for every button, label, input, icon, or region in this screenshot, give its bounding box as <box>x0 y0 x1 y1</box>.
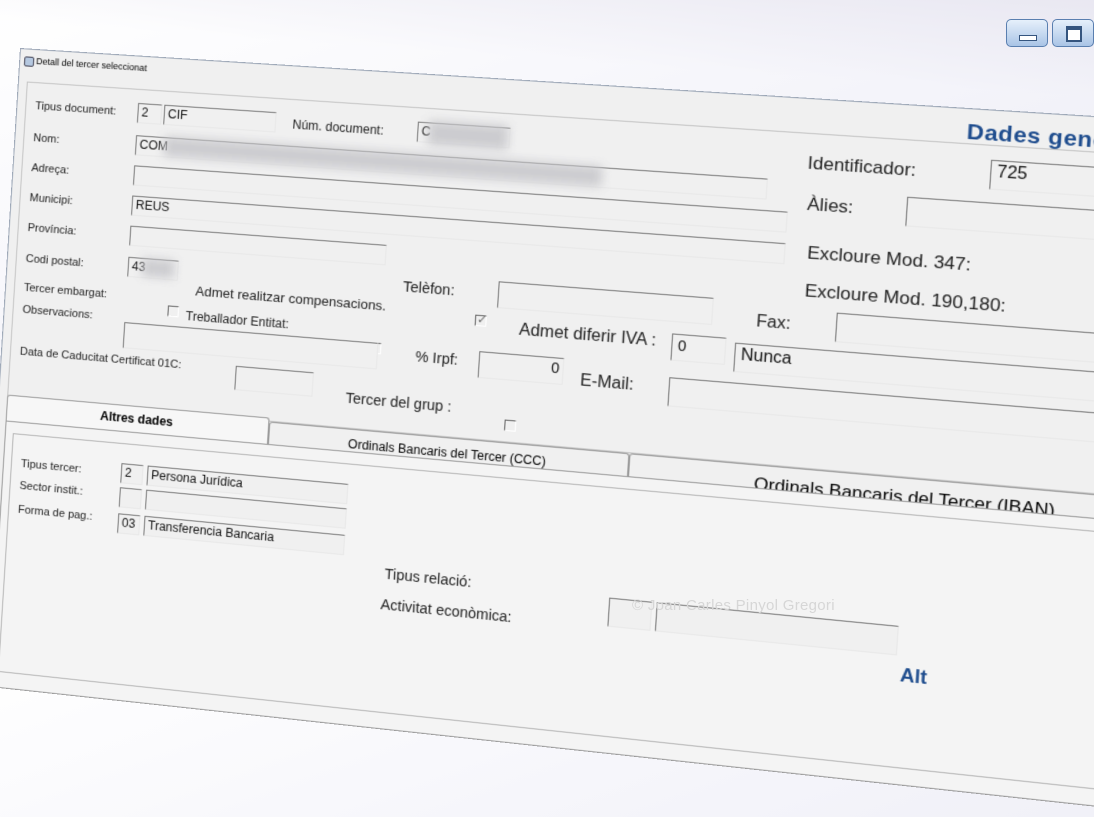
tercer-embargat-checkbox[interactable] <box>167 305 180 318</box>
maximize-button[interactable] <box>1052 19 1094 47</box>
app-icon <box>23 56 35 67</box>
tercer-grup-checkbox[interactable] <box>503 419 517 432</box>
redaction-blur <box>141 257 175 279</box>
label-alies: Àlies: <box>806 194 854 218</box>
minimize-button[interactable] <box>1006 19 1048 47</box>
detail-window: Detall del tercer seleccionat Dades gene… <box>0 48 1094 815</box>
form-stage: Detall del tercer seleccionat Dades gene… <box>0 48 1094 816</box>
tipus-tercer-code-field[interactable]: 2 <box>120 463 144 486</box>
tipus-document-code-field[interactable]: 2 <box>136 102 163 125</box>
label-fax: Fax: <box>755 312 792 334</box>
label-nom: Nom: <box>32 132 60 146</box>
watermark: © Joan Carles Pinyol Gregori <box>632 597 835 614</box>
admet-diferir-iva-code-field[interactable]: 0 <box>670 333 727 365</box>
check-icon: ✓ <box>476 313 488 327</box>
forma-pag-code-field[interactable]: 03 <box>117 513 141 536</box>
alt-section-label: Alt <box>899 664 928 689</box>
admet-compensacions-checkbox[interactable]: ✓ <box>474 313 488 327</box>
window-title: Detall del tercer seleccionat <box>35 56 148 74</box>
window-controls <box>1006 19 1094 47</box>
sector-instit-code-field[interactable] <box>118 487 143 510</box>
label-irpf: % Irpf: <box>414 348 459 368</box>
